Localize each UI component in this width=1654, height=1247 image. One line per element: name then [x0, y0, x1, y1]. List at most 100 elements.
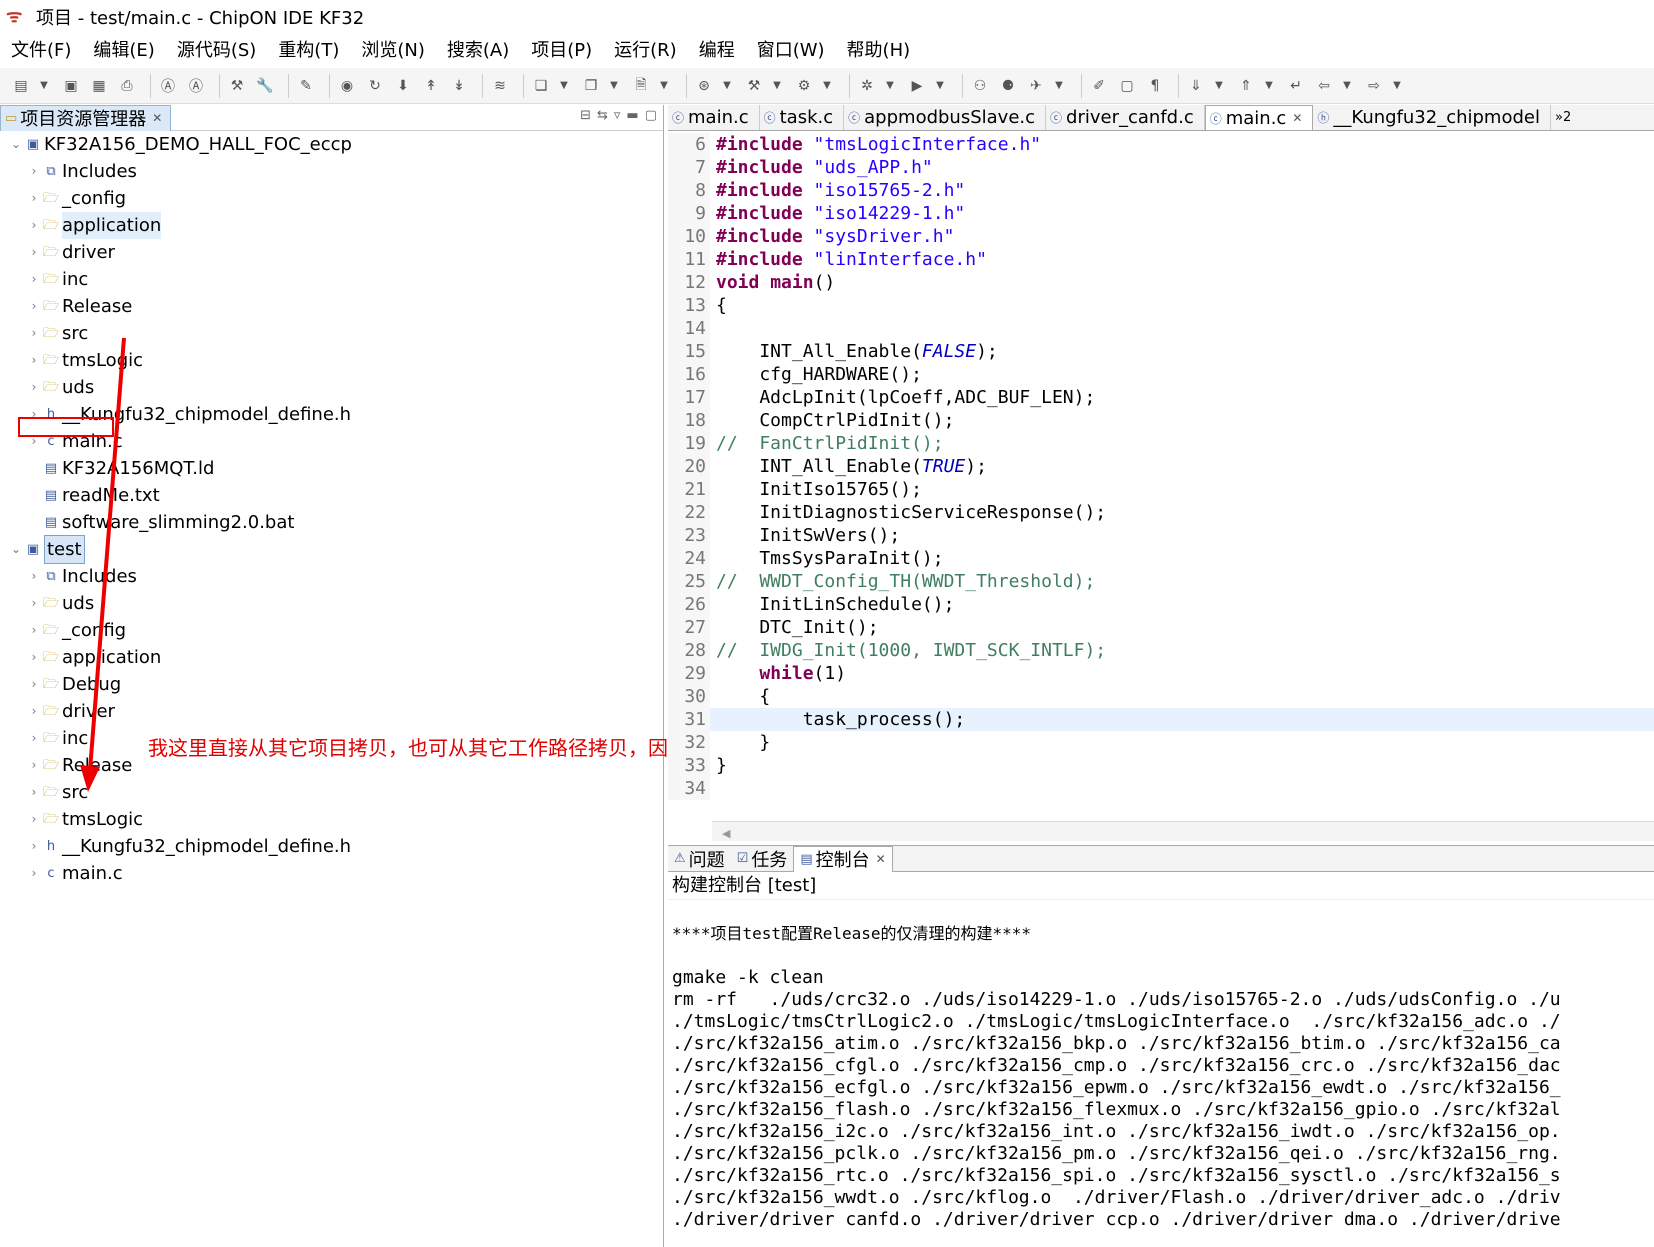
tree-item[interactable]: › 🗁 Debug [0, 671, 663, 698]
chevron-right-icon[interactable]: › [26, 563, 42, 590]
view-menu-icon[interactable]: ▿ [614, 108, 621, 123]
editor-tab[interactable]: ⓒ main.c ✕ [1204, 105, 1314, 130]
debug-dropdown-icon[interactable]: ▼ [884, 75, 896, 97]
close-icon[interactable]: ✕ [876, 852, 886, 866]
tree-item[interactable]: › 🗁 tmsLogic [0, 806, 663, 833]
tree-item[interactable]: › 🗁 Release [0, 293, 663, 320]
save-all-icon[interactable]: ▦ [88, 75, 110, 97]
build-icon[interactable]: ⚒ [226, 75, 248, 97]
tree-item[interactable]: › 🗁 _config [0, 185, 663, 212]
minimize-icon[interactable]: ▬ [626, 108, 638, 123]
menu-item[interactable]: 重构(T) [278, 36, 339, 62]
chevron-right-icon[interactable]: › [26, 185, 42, 212]
menu-item[interactable]: 搜索(A) [447, 36, 509, 62]
maximize-icon[interactable]: ▢ [645, 108, 657, 123]
chevron-right-icon[interactable]: › [26, 698, 42, 725]
console-output[interactable]: ****项目test配置Release的仅清理的构建**** gmake -k c… [668, 900, 1654, 1230]
menu-item[interactable]: 窗口(W) [757, 36, 825, 62]
chevron-down-icon[interactable]: ⌄ [8, 536, 24, 563]
new-file-dropdown-icon[interactable]: ▼ [658, 75, 670, 97]
prev-annotation-dropdown-icon[interactable]: ▼ [1263, 75, 1275, 97]
gear-hammer-icon[interactable]: ⚙ [793, 75, 815, 97]
menu-item[interactable]: 编辑(E) [93, 36, 154, 62]
run-dropdown-icon[interactable]: ▼ [934, 75, 946, 97]
scroll-left-icon[interactable]: ◀ [722, 827, 730, 840]
collapse-all-icon[interactable]: ⊟ [580, 108, 591, 123]
tree-item[interactable]: ⌄ ▣ KF32A156_DEMO_HALL_FOC_eccp [0, 131, 663, 158]
save-icon[interactable]: ▣ [60, 75, 82, 97]
globe-icon[interactable]: ◉ [336, 75, 358, 97]
tree-item[interactable]: ▤ readMe.txt [0, 482, 663, 509]
tree-item[interactable]: ⌄ ▣ test [0, 535, 663, 564]
horizontal-scrollbar[interactable]: ◀ [712, 821, 1654, 841]
new-class-icon[interactable]: ❐ [580, 75, 602, 97]
chevron-down-icon[interactable]: ⌄ [8, 131, 24, 158]
next-annotation-icon[interactable]: ⇓ [1185, 75, 1207, 97]
chevron-right-icon[interactable]: › [26, 293, 42, 320]
run-icon[interactable]: ▶ [906, 75, 928, 97]
link-editor-icon[interactable]: ⇆ [597, 108, 608, 123]
new-project-icon[interactable]: ❏ [530, 75, 552, 97]
toggle-icon[interactable]: ▢ [1116, 75, 1138, 97]
tree-item[interactable]: ▤ software_slimming2.0.bat [0, 509, 663, 536]
code-area[interactable]: 6 #include "tmsLogicInterface.h" 7 #include… [668, 133, 1654, 800]
brush-icon[interactable]: ✎ [295, 75, 317, 97]
chevron-right-icon[interactable]: › [26, 860, 42, 887]
chevron-right-icon[interactable]: › [26, 806, 42, 833]
close-icon[interactable]: ✕ [152, 111, 162, 125]
step-up-icon[interactable]: ↟ [420, 75, 442, 97]
font-larger-icon[interactable]: Ⓐ [185, 75, 207, 97]
wrench-icon[interactable]: 🔧 [254, 75, 276, 97]
tree-item[interactable]: › h __Kungfu32_chipmodel_define.h [0, 833, 663, 860]
tree-item[interactable]: › 🗁 uds [0, 374, 663, 401]
chevron-right-icon[interactable]: › [26, 725, 42, 752]
debug-bug-icon[interactable]: ✲ [856, 75, 878, 97]
console-tab[interactable]: ☑ 任务 [731, 846, 794, 872]
menu-item[interactable]: 编程 [699, 36, 735, 62]
refresh-icon[interactable]: ↻ [364, 75, 386, 97]
debug-target-dropdown-icon[interactable]: ▼ [721, 75, 733, 97]
tree-item[interactable]: › c main.c [0, 860, 663, 887]
editor-tab[interactable]: ⓒ driver_canfd.c [1046, 105, 1205, 130]
debug-target-icon[interactable]: ⊛ [693, 75, 715, 97]
chevron-right-icon[interactable]: › [26, 158, 42, 185]
forward-dropdown-icon[interactable]: ▼ [1391, 75, 1403, 97]
editor-tab[interactable]: ⓗ __Kungfu32_chipmodel [1313, 105, 1551, 130]
menu-item[interactable]: 项目(P) [531, 36, 592, 62]
back-dropdown-icon[interactable]: ▼ [1341, 75, 1353, 97]
chevron-right-icon[interactable]: › [26, 752, 42, 779]
console-tab[interactable]: ▤ 控制台 ✕ [793, 845, 893, 872]
tree-item[interactable]: › 🗁 src [0, 779, 663, 806]
editor-overflow-tabs[interactable]: »2 [1551, 105, 1581, 130]
menu-item[interactable]: 运行(R) [614, 36, 677, 62]
tree-item[interactable]: ▤ KF32A156MQT.ld [0, 455, 663, 482]
new-file-icon[interactable]: 🗎 [630, 75, 652, 97]
chevron-right-icon[interactable]: › [26, 833, 42, 860]
tree-item[interactable]: › 🗁 uds [0, 590, 663, 617]
tree-item[interactable]: › 🗁 application [0, 644, 663, 671]
new-dropdown-icon[interactable]: ▼ [38, 75, 50, 97]
menu-item[interactable]: 帮助(H) [847, 36, 911, 62]
hammer-dropdown-icon[interactable]: ▼ [771, 75, 783, 97]
search-icon[interactable]: ✈ [1025, 75, 1047, 97]
open-type-icon[interactable]: ⚇ [969, 75, 991, 97]
chevron-right-icon[interactable]: › [26, 779, 42, 806]
pin-icon[interactable]: ¶ [1144, 75, 1166, 97]
tree-item[interactable]: › ⧉ Includes [0, 563, 663, 590]
chevron-right-icon[interactable]: › [26, 320, 42, 347]
tree-item[interactable]: › 🗁 application [0, 212, 663, 239]
chevron-right-icon[interactable]: › [26, 590, 42, 617]
chevron-right-icon[interactable]: › [26, 671, 42, 698]
new-project-dropdown-icon[interactable]: ▼ [558, 75, 570, 97]
step-down-icon[interactable]: ↡ [448, 75, 470, 97]
back-icon[interactable]: ⇦ [1313, 75, 1335, 97]
hammer-icon[interactable]: ⚒ [743, 75, 765, 97]
tree-item[interactable]: › 🗁 _config [0, 617, 663, 644]
console-tab[interactable]: ⚠ 问题 [668, 846, 731, 872]
chevron-right-icon[interactable]: › [26, 266, 42, 293]
new-icon[interactable]: ▤ [10, 75, 32, 97]
prev-annotation-icon[interactable]: ⇑ [1235, 75, 1257, 97]
new-class-dropdown-icon[interactable]: ▼ [608, 75, 620, 97]
tree-item[interactable]: › 🗁 driver [0, 239, 663, 266]
tree-item[interactable]: › 🗁 src [0, 320, 663, 347]
